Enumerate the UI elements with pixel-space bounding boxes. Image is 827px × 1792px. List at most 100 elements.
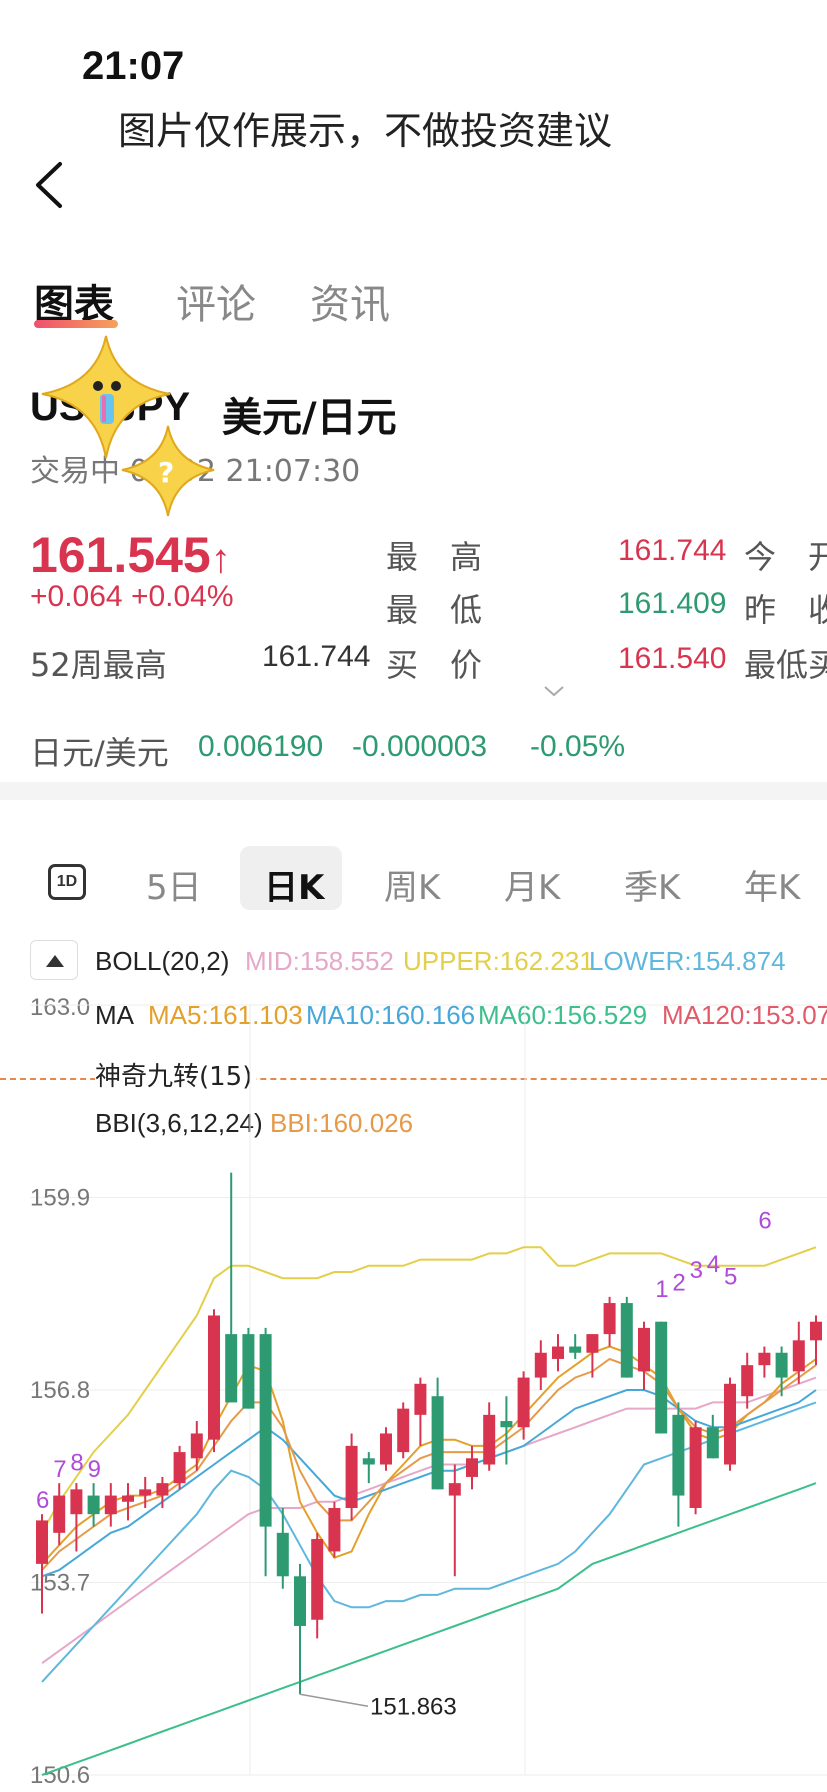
period-tab-quarter[interactable]: 季K <box>624 860 680 909</box>
candle-body <box>448 1483 461 1496</box>
prev-close-label: 昨 收 <box>744 591 827 629</box>
low-label: 最 低 <box>386 591 483 629</box>
inverse-pair-change: -0.000003 <box>352 730 488 763</box>
candle-body <box>139 1489 152 1496</box>
candle-body <box>638 1327 650 1372</box>
boll-label: BOLL(20,2) <box>95 946 230 976</box>
open-label: 今 开 <box>744 538 827 576</box>
candle-body <box>517 1377 530 1428</box>
td-sequence-label: 3 <box>690 1257 703 1284</box>
week52-high-label: 52周最高 <box>30 646 167 684</box>
period-tab-year[interactable]: 年K <box>744 860 800 909</box>
td-sequence-label: 2 <box>672 1270 685 1297</box>
candle-body <box>534 1352 547 1378</box>
y-axis-tick-label: 153.7 <box>30 1570 90 1597</box>
collapse-indicators-button[interactable] <box>30 940 78 980</box>
min-buy-label: 最低买 <box>744 646 827 684</box>
boll-lower: LOWER:154.874 <box>589 946 786 976</box>
candle-body <box>362 1458 375 1465</box>
active-tab-indicator <box>34 320 118 328</box>
period-tab-5d[interactable]: 5日 <box>146 860 202 909</box>
candle-body <box>620 1303 633 1378</box>
expand-chevron-icon[interactable] <box>542 684 566 698</box>
candle-body <box>810 1321 822 1341</box>
period-tab-week[interactable]: 周K <box>384 860 440 909</box>
candle-body <box>466 1458 478 1477</box>
candle-body <box>294 1576 306 1626</box>
candle-body <box>397 1408 410 1453</box>
candle-body <box>672 1414 685 1496</box>
bid-value: 161.540 <box>618 642 727 675</box>
low-value: 161.409 <box>618 587 727 620</box>
last-price: 161.545↑ <box>30 527 231 583</box>
candle-body <box>242 1334 255 1409</box>
candle-body <box>259 1334 272 1527</box>
boll-upper: UPPER:162.231 <box>403 946 594 976</box>
td-sequence-label: 9 <box>88 1456 101 1483</box>
candle-body <box>483 1414 496 1465</box>
back-icon[interactable] <box>30 160 70 210</box>
boll-mid: MID:158.552 <box>245 946 394 976</box>
candle-body <box>208 1315 220 1440</box>
candle-body <box>414 1383 427 1415</box>
disclaimer-text: 图片仅作展示，不做投资建议 <box>118 109 613 153</box>
y-axis-tick-label: 156.8 <box>30 1377 90 1404</box>
tab-comments[interactable]: 评论 <box>176 272 256 330</box>
candle-body <box>70 1489 83 1515</box>
td-sequence-label: 1 <box>655 1276 668 1303</box>
inverse-pair-name: 日元/美元 <box>30 734 169 772</box>
svg-text:?: ? <box>158 456 174 489</box>
y-axis-tick-label: 159.9 <box>30 1185 90 1212</box>
td-sequence-label: 7 <box>53 1456 66 1483</box>
td-sequence-label: 4 <box>707 1251 720 1278</box>
up-arrow-icon: ↑ <box>210 537 231 581</box>
candle-body <box>586 1334 599 1353</box>
candle-body <box>36 1520 48 1564</box>
low-annotation-line <box>299 1693 369 1708</box>
candle-body <box>380 1433 392 1465</box>
candle-body <box>328 1507 341 1552</box>
week52-high-value: 161.744 <box>262 640 371 673</box>
candle-body <box>500 1421 513 1428</box>
candle-body <box>792 1340 805 1372</box>
triangle-up-icon <box>46 955 64 967</box>
series-line-ma60 <box>41 1482 817 1776</box>
candle-body <box>706 1427 719 1459</box>
period-tab-month[interactable]: 月K <box>504 860 560 909</box>
bid-label: 买 价 <box>386 646 483 684</box>
td-sequence-label: 8 <box>70 1450 83 1477</box>
candle-body <box>276 1532 289 1577</box>
candle-body <box>655 1321 668 1434</box>
candle-body <box>190 1433 203 1459</box>
candle-body <box>173 1452 186 1484</box>
section-divider <box>0 782 827 800</box>
td-sequence-label: 6 <box>36 1487 49 1514</box>
candle-body <box>311 1539 324 1620</box>
candle-body <box>775 1352 788 1378</box>
candle-body <box>53 1495 66 1533</box>
1d-icon[interactable]: 1D <box>48 864 86 900</box>
candle-body <box>104 1495 117 1515</box>
candle-body <box>122 1495 134 1502</box>
y-axis-tick-label: 150.6 <box>30 1762 90 1789</box>
candle-body <box>225 1334 238 1403</box>
candle-body <box>552 1346 564 1359</box>
question-sparkle-icon: ? <box>121 425 215 517</box>
candle-body <box>345 1445 358 1508</box>
series-line-mid <box>41 1376 817 1665</box>
price-change: +0.064 +0.04% <box>30 580 234 613</box>
period-tab-day[interactable]: 日K <box>264 860 324 909</box>
td-sequence-label: 6 <box>758 1208 771 1235</box>
candle-body <box>156 1483 169 1496</box>
candle-body <box>603 1303 616 1335</box>
candlestick-chart[interactable]: 159.9156.8153.7150.6151.86367 8 91 2 3 4 56 <box>0 990 827 1792</box>
inverse-pair-price: 0.006190 <box>198 730 324 763</box>
inverse-pair-change-pct: -0.05% <box>530 730 626 763</box>
candle-body <box>431 1396 444 1490</box>
td-sequence-label: 5 <box>724 1263 737 1290</box>
tab-news[interactable]: 资讯 <box>310 272 390 330</box>
candle-body <box>689 1427 702 1508</box>
status-time: 21:07 <box>82 44 185 88</box>
candle-body <box>758 1352 771 1366</box>
candle-body <box>87 1495 100 1515</box>
